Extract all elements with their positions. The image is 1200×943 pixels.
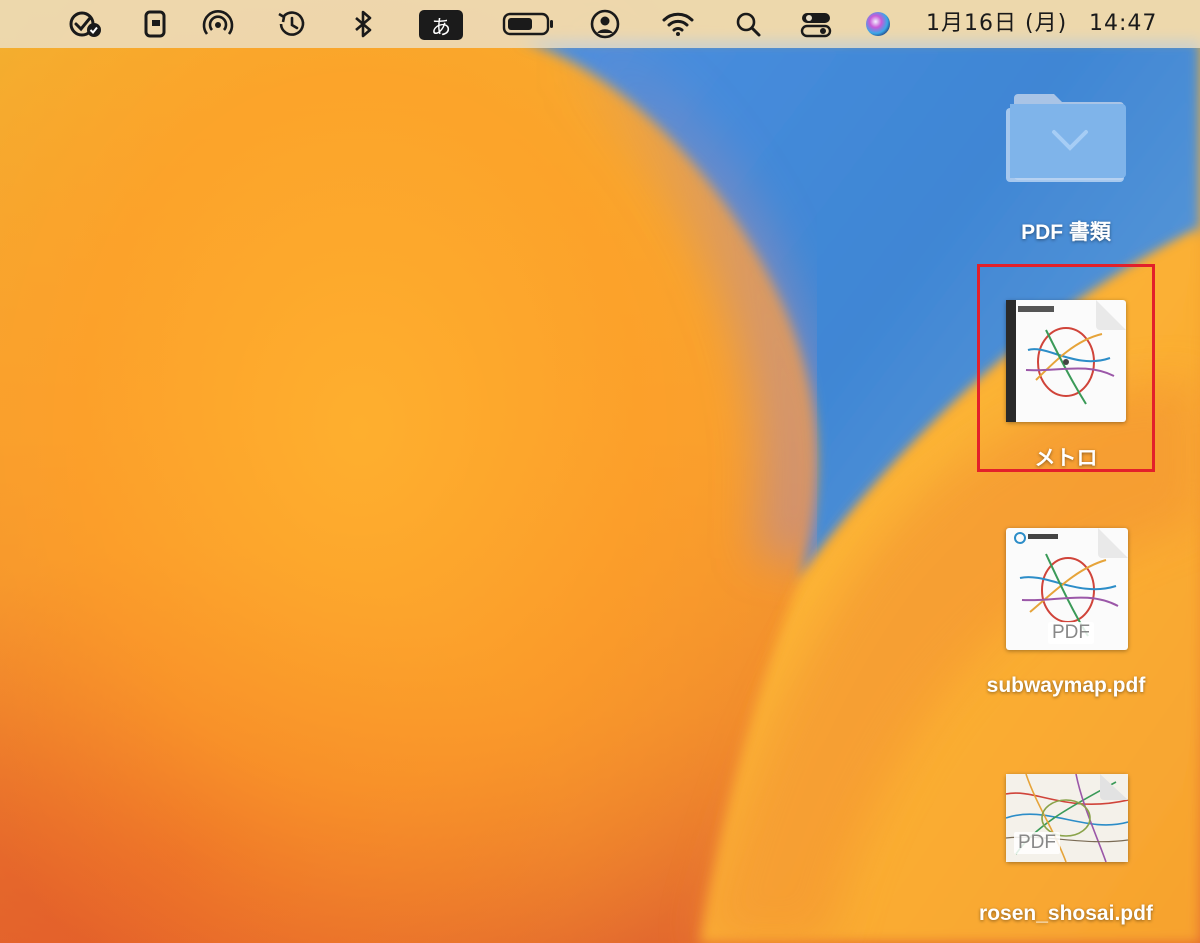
menu-bar-time[interactable]: 14:47 xyxy=(1089,8,1157,40)
input-method-icon[interactable]: あ xyxy=(419,10,463,40)
siri-icon[interactable] xyxy=(862,8,894,40)
input-method-label: あ xyxy=(431,14,451,39)
checkmark-badge-icon[interactable] xyxy=(64,8,108,40)
desktop-item-rosen-shosai-pdf[interactable]: PDF rosen_shosai.pdf xyxy=(966,760,1166,940)
battery-icon[interactable] xyxy=(502,8,556,40)
desktop-item-label: rosen_shosai.pdf xyxy=(979,902,1153,925)
desktop-item-subwaymap-pdf[interactable]: PDF subwaymap.pdf xyxy=(966,520,1166,700)
desktop-item-label: subwaymap.pdf xyxy=(986,674,1146,697)
pdf-badge: PDF xyxy=(1048,622,1094,644)
phone-icon[interactable] xyxy=(140,8,170,40)
bluetooth-icon[interactable] xyxy=(350,8,376,40)
menu-bar-date[interactable]: 1月16日 (月) xyxy=(926,8,1067,40)
desktop-item-pdf-folder[interactable]: PDF 書類 xyxy=(966,70,1166,250)
desktop-item-label: PDF 書類 xyxy=(1021,221,1111,244)
pdf-thumbnail: PDF xyxy=(1005,773,1129,863)
search-icon[interactable] xyxy=(734,8,764,40)
folder-icon xyxy=(1006,94,1126,182)
pdf-thumbnail: PDF xyxy=(1006,528,1128,650)
menu-bar: あ 1月16日 (月) 14:47 xyxy=(0,0,1200,48)
selection-highlight-box xyxy=(977,264,1155,472)
airdrop-icon[interactable] xyxy=(200,8,236,40)
pdf-badge: PDF xyxy=(1014,832,1060,854)
time-machine-icon[interactable] xyxy=(274,8,308,40)
control-center-icon[interactable] xyxy=(798,8,834,40)
wifi-icon[interactable] xyxy=(660,8,696,40)
user-icon[interactable] xyxy=(588,8,622,40)
